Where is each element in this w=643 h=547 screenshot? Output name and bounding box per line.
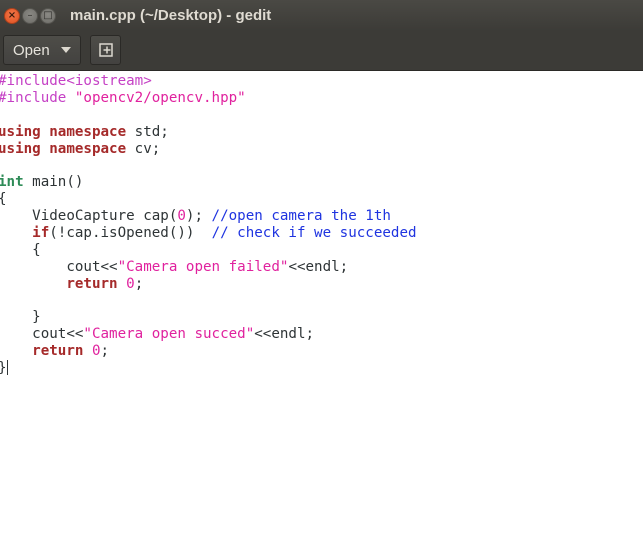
window-controls: × – □	[4, 7, 56, 24]
code-token: if	[32, 225, 50, 242]
code-token: ;	[134, 275, 144, 292]
code-view[interactable]: #include<iostream> #include "opencv2/open…	[0, 73, 417, 377]
code-token: 0	[177, 208, 186, 225]
code-token: ;	[100, 343, 110, 360]
code-token: 0	[91, 343, 101, 360]
code-line[interactable]: using namespace std;	[0, 124, 417, 141]
code-token: //open camera the 1th	[211, 208, 391, 225]
code-line[interactable]: {	[0, 191, 417, 208]
code-line[interactable]: #include "opencv2/opencv.hpp"	[0, 90, 417, 107]
close-window-button[interactable]: ×	[4, 7, 20, 24]
code-token: cout<<	[0, 258, 118, 275]
code-line[interactable]: return 0;	[0, 343, 417, 360]
open-button-label: Open	[13, 41, 50, 59]
code-token: cv;	[126, 140, 161, 157]
code-token: namespace	[49, 140, 127, 157]
new-tab-button[interactable]	[90, 35, 121, 65]
code-token: {	[0, 241, 41, 258]
minimize-window-button[interactable]: –	[22, 7, 38, 24]
text-editor[interactable]: #include<iostream> #include "opencv2/open…	[0, 72, 643, 547]
code-line[interactable]: }	[0, 360, 417, 377]
code-line[interactable]: }	[0, 309, 417, 326]
close-icon: ×	[7, 9, 17, 21]
code-token: <<endl;	[254, 326, 315, 343]
code-line[interactable]: if(!cap.isOpened()) // check if we succe…	[0, 225, 417, 242]
window-title: main.cpp (~/Desktop) - gedit	[70, 7, 272, 24]
code-token: using	[0, 140, 41, 157]
code-token: // check if we succeeded	[211, 225, 417, 242]
chevron-down-icon[interactable]	[60, 47, 71, 53]
code-line[interactable]	[0, 157, 417, 174]
code-token: <<endl;	[288, 258, 349, 275]
code-token: "Camera open succed"	[83, 326, 255, 343]
code-token: (!cap.isOpened())	[49, 225, 212, 242]
code-line[interactable]: #include<iostream>	[0, 73, 417, 90]
code-token: {	[0, 191, 7, 207]
code-token: 0	[126, 275, 135, 292]
new-document-icon	[98, 43, 113, 57]
code-line[interactable]: cout<<"Camera open succed"<<endl;	[0, 326, 417, 343]
code-token: );	[185, 208, 212, 225]
maximize-window-button[interactable]: □	[40, 7, 56, 24]
code-token: cout<<	[0, 326, 84, 343]
code-token: #include<iostream>	[0, 73, 152, 89]
minimize-icon: –	[27, 9, 33, 21]
code-token: VideoCapture cap(	[0, 208, 178, 225]
code-line[interactable]: using namespace cv;	[0, 141, 417, 158]
gedit-window: × – □ main.cpp (~/Desktop) - gedit Open …	[0, 0, 643, 547]
text-cursor	[6, 360, 8, 376]
code-line[interactable]	[0, 293, 417, 310]
code-token: main()	[23, 174, 84, 191]
code-token: }	[0, 309, 41, 326]
code-token: #include	[0, 89, 75, 106]
code-token: "opencv2/opencv.hpp"	[74, 89, 246, 106]
code-token: int	[0, 174, 24, 191]
code-line[interactable]: int main()	[0, 174, 417, 191]
code-token: "Camera open failed"	[117, 258, 289, 275]
code-line[interactable]: {	[0, 242, 417, 259]
code-token: std;	[126, 123, 169, 140]
code-line[interactable]: return 0;	[0, 276, 417, 293]
title-bar[interactable]: × – □ main.cpp (~/Desktop) - gedit	[0, 0, 643, 31]
code-token: using	[0, 123, 41, 140]
open-button[interactable]: Open	[3, 35, 81, 65]
maximize-icon: □	[43, 9, 53, 21]
code-token: return	[32, 343, 84, 360]
toolbar: Open	[0, 31, 643, 71]
code-line[interactable]: cout<<"Camera open failed"<<endl;	[0, 259, 417, 276]
code-token: return	[66, 275, 118, 292]
code-token: namespace	[49, 123, 127, 140]
code-line[interactable]: VideoCapture cap(0); //open camera the 1…	[0, 208, 417, 225]
code-line[interactable]	[0, 107, 417, 124]
